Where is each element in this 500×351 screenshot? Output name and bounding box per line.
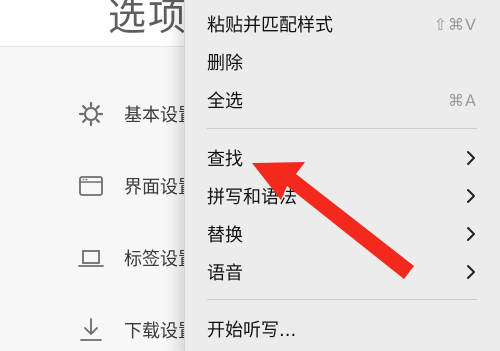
menu-shortcut: ⌘A xyxy=(448,90,477,110)
menu-item-find[interactable]: 查找 xyxy=(207,141,477,175)
menu-shortcut: ⇧⌘V xyxy=(433,14,477,34)
chevron-right-icon xyxy=(465,226,477,242)
menu-item-label: 开始听写... xyxy=(207,320,297,341)
sidebar-item-tabs[interactable]: 标签设置 xyxy=(76,242,196,274)
menu-item-paste-match-style[interactable]: 粘贴并匹配样式 ⇧⌘V xyxy=(207,7,477,41)
menu-item-select-all[interactable]: 全选 ⌘A xyxy=(207,83,477,117)
gear-icon xyxy=(76,99,106,129)
menu-item-label: 语音 xyxy=(207,263,243,284)
menu-separator xyxy=(207,128,477,129)
window-icon xyxy=(76,171,106,201)
page-title: 选项 xyxy=(108,0,189,39)
sidebar-item-download[interactable]: 下载设置 xyxy=(76,314,196,346)
chevron-right-icon xyxy=(465,188,477,204)
context-menu: 粘贴并匹配样式 ⇧⌘V 删除 全选 ⌘A 查找 拼写和语法 替换 语音 开始听写… xyxy=(184,0,500,351)
laptop-icon xyxy=(76,243,106,273)
sidebar-item-basic[interactable]: 基本设置 xyxy=(76,98,196,130)
menu-item-label: 查找 xyxy=(207,149,243,170)
chevron-right-icon xyxy=(465,264,477,280)
menu-item-speech[interactable]: 语音 xyxy=(207,255,477,289)
menu-item-label: 替换 xyxy=(207,225,243,246)
menu-separator xyxy=(207,299,477,300)
menu-item-delete[interactable]: 删除 xyxy=(207,45,477,79)
menu-item-spelling-grammar[interactable]: 拼写和语法 xyxy=(207,179,477,213)
menu-item-label: 删除 xyxy=(207,53,243,74)
menu-item-label: 拼写和语法 xyxy=(207,187,297,208)
menu-item-label: 全选 xyxy=(207,91,243,112)
chevron-right-icon xyxy=(465,150,477,166)
download-icon xyxy=(76,315,106,345)
screen: 选项 基本设置 界面设置 标签设置 下载设置 粘贴并匹配样式 ⇧⌘V 删除 全选… xyxy=(0,0,500,351)
menu-item-substitutions[interactable]: 替换 xyxy=(207,217,477,251)
sidebar-item-interface[interactable]: 界面设置 xyxy=(76,170,196,202)
menu-item-label: 粘贴并匹配样式 xyxy=(207,15,333,36)
menu-item-start-dictation[interactable]: 开始听写... xyxy=(207,312,477,346)
